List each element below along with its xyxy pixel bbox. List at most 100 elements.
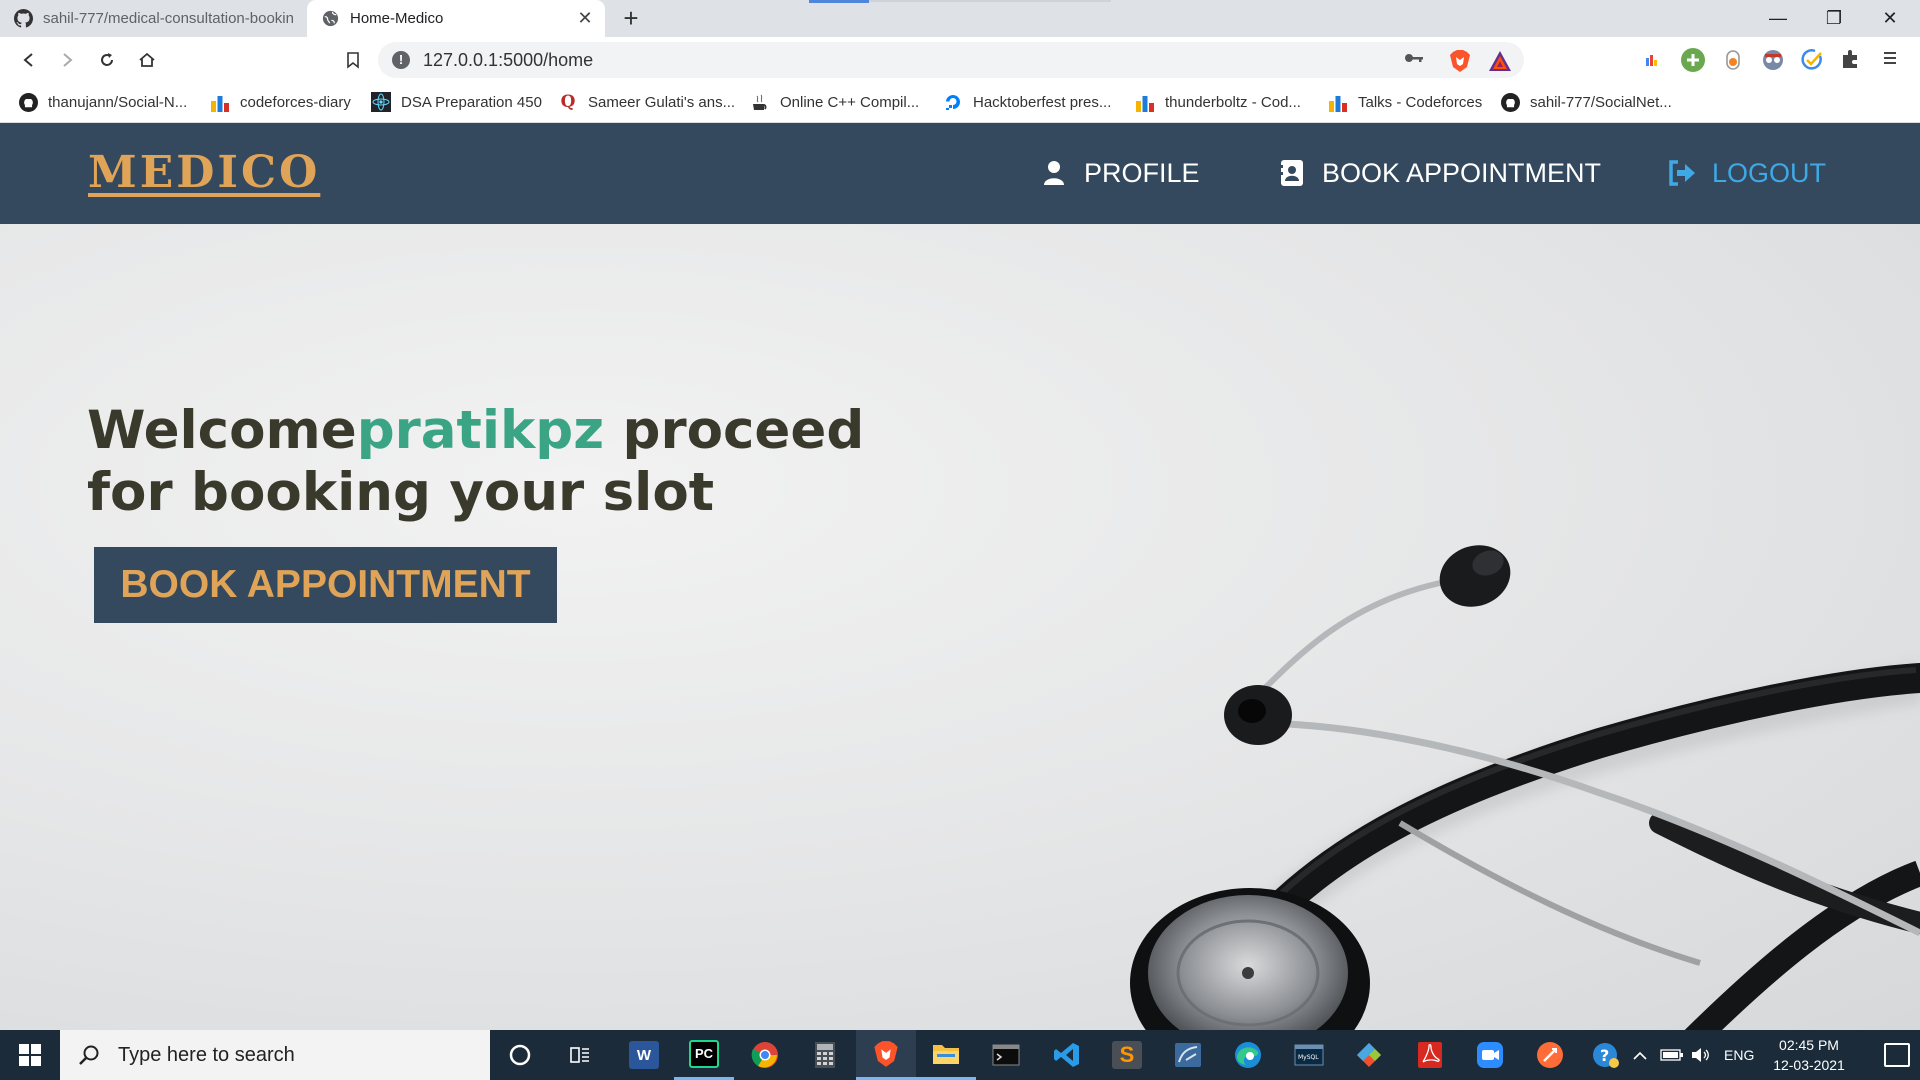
sign-out-icon [1668,158,1696,188]
help-tray-icon[interactable]: ? [1590,1030,1620,1080]
tab-title: sahil-777/medical-consultation-booking [43,10,293,27]
mysql-shell-app[interactable]: MySQL [1279,1030,1339,1080]
extension-google-icon[interactable] [1640,48,1664,72]
start-button[interactable] [0,1030,60,1080]
terminal-app[interactable] [976,1030,1036,1080]
new-tab-button[interactable]: + [617,4,645,32]
close-tab-icon[interactable]: ✕ [575,8,595,28]
pycharm-app[interactable]: PC [674,1030,734,1080]
pycharm-icon: PC [689,1039,719,1068]
edge-icon [1235,1042,1261,1068]
tab-github[interactable]: sahil-777/medical-consultation-booking [0,0,302,37]
address-bar[interactable]: ! 127.0.0.1:5000/home [378,42,1524,78]
bookmark-button[interactable] [338,45,368,75]
bookmark-item[interactable]: Online C++ Compil... [750,91,919,113]
back-button[interactable] [14,45,44,75]
nav-profile-link[interactable]: PROFILE [1040,153,1200,193]
bookmark-item[interactable]: codeforces-diary [210,91,351,113]
address-book-icon [1278,158,1306,188]
word-app[interactable]: W [614,1030,674,1080]
windows-icon [19,1044,41,1066]
bookmark-item[interactable]: thunderboltz - Cod... [1135,91,1301,113]
search-placeholder: Type here to search [118,1043,295,1066]
svg-text:MySQL: MySQL [1298,1054,1319,1061]
bookmark-item[interactable]: Hacktoberfest pres... [943,91,1111,113]
user-icon [1040,158,1068,188]
react-icon [371,92,391,112]
bookmarks-bar: thanujann/Social-N... codeforces-diary D… [0,82,1920,123]
nav-logout-link[interactable]: LOGOUT [1668,153,1826,193]
nav-book-appointment-link[interactable]: BOOK APPOINTMENT [1278,153,1601,193]
extension-spy-icon[interactable] [1761,48,1785,72]
sublime-app[interactable]: S [1097,1030,1157,1080]
digitalocean-icon [943,92,963,112]
action-center-icon[interactable] [1884,1043,1910,1067]
mysql-workbench-app[interactable] [1158,1030,1218,1080]
tab-scroll-track [869,0,1111,2]
tab-strip: sahil-777/medical-consultation-booking H… [0,0,1920,37]
site-navbar: MEDICO PROFILE BOOK APPOINTMENT LOGOUT [0,123,1920,224]
minimize-button[interactable]: — [1750,0,1806,37]
bookmark-item[interactable]: Talks - Codeforces [1328,91,1482,113]
battery-icon[interactable] [1660,1030,1684,1080]
forward-button[interactable] [52,45,82,75]
cpp-icon [750,92,770,112]
postman-app[interactable] [1520,1030,1580,1080]
github-icon [1500,92,1520,112]
svg-text:?: ? [1600,1046,1609,1065]
extension-check-icon[interactable] [1800,48,1824,72]
brave-shield-icon[interactable] [1449,49,1471,73]
puzzle-extensions-icon[interactable] [1840,48,1864,72]
word-icon: W [629,1041,659,1069]
reload-button[interactable] [92,45,122,75]
git-icon [1357,1043,1381,1067]
brand-logo[interactable]: MEDICO [88,147,320,198]
book-appointment-button[interactable]: BOOK APPOINTMENT [94,547,557,623]
volume-icon[interactable] [1690,1030,1712,1080]
info-icon[interactable]: ! [392,51,410,69]
zoom-icon [1477,1042,1503,1068]
nav-logout-label: LOGOUT [1712,157,1827,188]
windows-taskbar: Type here to search W PC S MySQL ? ENG 0… [0,1030,1920,1080]
task-view-button[interactable] [550,1030,610,1080]
brave-icon [874,1040,898,1067]
home-icon [139,52,155,67]
bookmark-item[interactable]: Q Sameer Gulati's ans... [558,91,736,113]
welcome-heading: Welcomepratikpz proceed for booking your… [87,400,907,524]
tab-scroll-indicator [809,0,869,3]
menu-icon[interactable] [1880,48,1904,72]
edge-app[interactable] [1218,1030,1278,1080]
mysql-shell-icon: MySQL [1294,1044,1324,1066]
home-button[interactable] [132,45,162,75]
extension-honey-icon[interactable] [1721,48,1745,72]
language-indicator[interactable]: ENG [1724,1030,1754,1080]
tray-overflow-icon[interactable] [1632,1030,1648,1080]
close-window-button[interactable]: ✕ [1862,0,1918,37]
nav-profile-label: PROFILE [1084,157,1200,188]
clock-date: 12-03-2021 [1773,1057,1845,1073]
acrobat-app[interactable] [1400,1030,1460,1080]
restore-button[interactable]: ❐ [1806,0,1862,37]
bookmark-item[interactable]: thanujann/Social-N... [18,91,187,113]
bookmark-item[interactable]: DSA Preparation 450 [371,91,542,113]
codeforces-icon [1328,92,1348,112]
tab-home-medico[interactable]: Home-Medico ✕ [307,0,605,37]
bat-rewards-icon[interactable] [1488,50,1512,72]
taskbar-clock[interactable]: 02:45 PM 12-03-2021 [1764,1035,1854,1075]
zoom-app[interactable] [1460,1030,1520,1080]
taskbar-search-box[interactable]: Type here to search [60,1030,490,1080]
chrome-app[interactable] [735,1030,795,1080]
extension-add-icon[interactable] [1681,48,1705,72]
file-explorer-app[interactable] [916,1030,976,1080]
forward-icon [63,53,73,67]
username-text: pratikpz [356,400,605,461]
clock-time: 02:45 PM [1779,1037,1839,1053]
calculator-app[interactable] [795,1030,855,1080]
brave-app[interactable] [856,1030,916,1080]
git-app[interactable] [1339,1030,1399,1080]
url-text[interactable]: 127.0.0.1:5000/home [423,50,593,71]
cortana-button[interactable] [490,1030,550,1080]
vscode-app[interactable] [1037,1030,1097,1080]
bookmark-item[interactable]: sahil-777/SocialNet... [1500,91,1672,113]
key-icon[interactable] [1404,51,1424,69]
